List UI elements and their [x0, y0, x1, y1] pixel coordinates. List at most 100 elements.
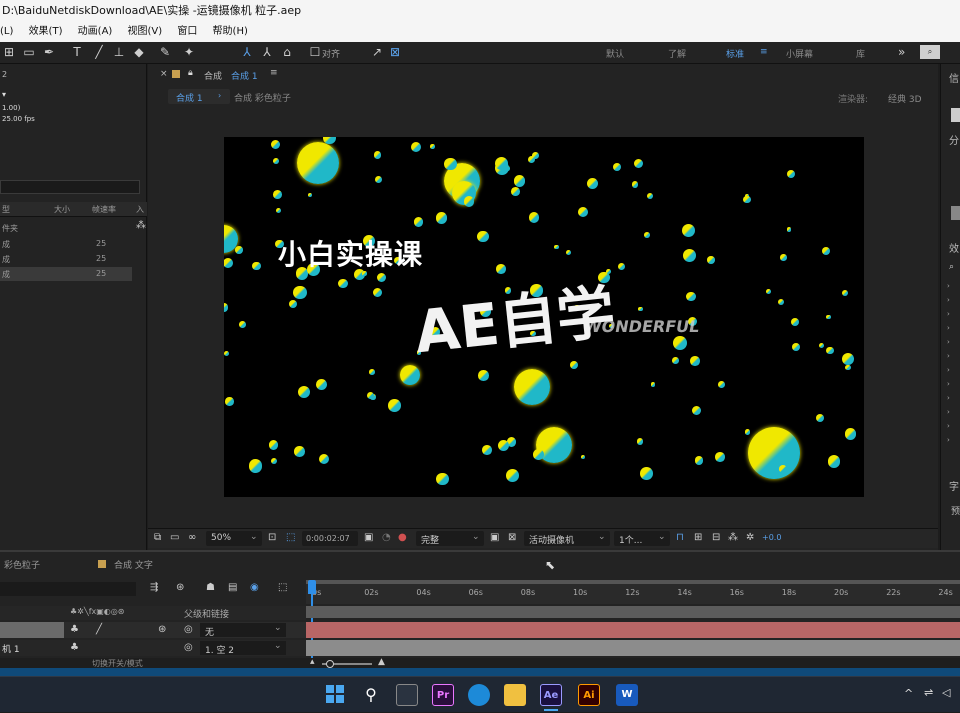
- audio-panel-tab[interactable]: 分: [949, 132, 959, 147]
- channel-icon[interactable]: ●: [398, 532, 407, 543]
- parent-select[interactable]: 1. 空 2 ⌄: [200, 641, 286, 656]
- pick-whip-icon[interactable]: ◎: [184, 624, 193, 635]
- project-row-selected[interactable]: 成 25: [0, 267, 132, 281]
- comp-tab-name[interactable]: 合成 1: [231, 69, 258, 82]
- effects-category-item[interactable]: ›: [947, 422, 950, 430]
- preview-controls-icon[interactable]: [951, 206, 960, 220]
- layer-search-input[interactable]: [0, 582, 136, 596]
- time-ruler[interactable]: 0s 02s 04s 06s 08s 10s 12s 14s 16s 18s 20s 22s 24s: [306, 580, 960, 604]
- effects-category-item[interactable]: ›: [947, 436, 950, 444]
- layer-duration-bar[interactable]: [306, 640, 960, 656]
- tray-overflow-icon[interactable]: ^: [904, 687, 913, 700]
- snapshot-icon[interactable]: ▣: [364, 532, 373, 543]
- after-effects-icon[interactable]: Ae: [540, 684, 562, 706]
- timeline-toggle-icon[interactable]: ⊞: [694, 532, 702, 543]
- show-snapshot-icon[interactable]: ◔: [382, 532, 391, 543]
- premiere-icon[interactable]: Pr: [432, 684, 454, 706]
- effects-category-item[interactable]: ›: [947, 296, 950, 304]
- zoom-select[interactable]: 50% ⌄: [206, 531, 262, 546]
- project-search-input[interactable]: [0, 180, 140, 194]
- edge-icon[interactable]: [468, 684, 490, 706]
- workspace-learn[interactable]: 了解: [668, 47, 686, 60]
- character-panel-tab[interactable]: 字: [949, 478, 959, 493]
- panel-menu-icon[interactable]: ≡: [270, 68, 278, 78]
- effects-category-item[interactable]: ›: [947, 338, 950, 346]
- project-row[interactable]: 成 25: [0, 252, 132, 266]
- region-of-interest-icon[interactable]: ⬚: [286, 532, 295, 543]
- quality-select[interactable]: 完整 ⌄: [416, 531, 484, 546]
- axis-world-icon[interactable]: ⅄: [260, 45, 274, 59]
- snap-target-icon[interactable]: ⊠: [388, 45, 402, 59]
- timeline-tab-text[interactable]: 合成 文字: [114, 558, 153, 571]
- layer-name-cell[interactable]: [0, 622, 64, 638]
- views-select[interactable]: 1个... ⌄: [614, 531, 670, 546]
- more-workspaces-icon[interactable]: »: [898, 45, 905, 59]
- timeline-tab-particles[interactable]: 彩色粒子: [4, 558, 40, 571]
- word-icon[interactable]: W: [616, 684, 638, 706]
- search-icon[interactable]: ⚲: [360, 684, 382, 706]
- layer-duration-bar[interactable]: [306, 622, 960, 638]
- puppet-pin-icon[interactable]: ✦: [182, 45, 196, 59]
- flowchart-icon[interactable]: ⁂: [136, 220, 146, 231]
- search-help-icon[interactable]: ⌕: [920, 45, 940, 59]
- mask-visibility-icon[interactable]: ⊠: [508, 532, 516, 543]
- task-view-icon[interactable]: [396, 684, 418, 706]
- column-type[interactable]: 型: [2, 204, 10, 215]
- effects-category-item[interactable]: ›: [947, 352, 950, 360]
- comp-flowchart-icon[interactable]: ⊟: [712, 532, 720, 543]
- brush-tool-icon[interactable]: ╱: [92, 45, 106, 59]
- align-label[interactable]: 对齐: [322, 47, 340, 60]
- pick-whip-icon[interactable]: ◎: [184, 642, 193, 653]
- effects-category-item[interactable]: ›: [947, 310, 950, 318]
- type-tool-icon[interactable]: T: [70, 45, 84, 59]
- shy-layers-icon[interactable]: ☗: [206, 582, 215, 593]
- workspace-default[interactable]: 默认: [606, 47, 624, 60]
- timeline-zoom-handle[interactable]: [326, 660, 334, 668]
- column-fps[interactable]: 帧速率: [92, 204, 116, 215]
- quality-switch-icon[interactable]: ╱: [96, 624, 102, 635]
- motion-blur-icon[interactable]: ◉: [250, 582, 259, 593]
- shy-icon[interactable]: ♣: [70, 642, 79, 653]
- layer-row[interactable]: 机 1 ♣ ◎ 1. 空 2 ⌄: [0, 640, 306, 656]
- file-explorer-icon[interactable]: [504, 684, 526, 706]
- breadcrumb-comp-particles[interactable]: 合成 彩色粒子: [234, 91, 291, 104]
- effects-category-item[interactable]: ›: [947, 380, 950, 388]
- info-panel-tab[interactable]: 信: [949, 70, 959, 85]
- 3d-layer-icon[interactable]: ⊛: [158, 624, 166, 635]
- roto-brush-icon[interactable]: ✎: [158, 45, 172, 59]
- flowchart-icon[interactable]: ⁂: [728, 532, 738, 543]
- column-in[interactable]: 入: [136, 204, 144, 215]
- eraser-tool-icon[interactable]: ◆: [132, 45, 146, 59]
- workspace-menu-icon[interactable]: ≡: [760, 47, 768, 57]
- menu-item-help[interactable]: 帮助(H): [213, 26, 248, 37]
- workspace-small-screen[interactable]: 小屏幕: [786, 47, 813, 60]
- parent-column-header[interactable]: 父级和链接: [184, 607, 229, 620]
- search-icon[interactable]: ⌕: [949, 262, 954, 272]
- shy-icon[interactable]: ♣: [70, 624, 79, 635]
- illustrator-icon[interactable]: Ai: [578, 684, 600, 706]
- effects-category-item[interactable]: ›: [947, 366, 950, 374]
- snap-checkbox-icon[interactable]: ☐: [308, 45, 322, 59]
- composition-mini-flowchart-icon[interactable]: ⇶: [150, 582, 158, 593]
- volume-icon[interactable]: ◁: [942, 686, 950, 699]
- menu-item-window[interactable]: 窗口: [177, 26, 197, 37]
- transparency-grid-icon[interactable]: ▣: [490, 532, 499, 543]
- network-icon[interactable]: ⇌: [924, 686, 933, 699]
- axis-local-icon[interactable]: ⅄: [240, 45, 254, 59]
- parent-select[interactable]: 无 ⌄: [200, 623, 286, 638]
- project-row[interactable]: 件夹: [0, 221, 132, 235]
- effects-panel-tab[interactable]: 效: [949, 240, 959, 255]
- rectangle-tool-icon[interactable]: ▭: [22, 45, 36, 59]
- camera-select[interactable]: 活动摄像机 ⌄: [524, 531, 610, 546]
- graph-editor-icon[interactable]: ⬚: [278, 582, 287, 593]
- renderer-value[interactable]: 经典 3D: [888, 92, 922, 105]
- always-preview-icon[interactable]: ⧉: [154, 532, 161, 543]
- axis-view-icon[interactable]: ⌂: [280, 45, 294, 59]
- project-row[interactable]: 成 25: [0, 237, 132, 251]
- menu-item-layer[interactable]: (L): [0, 26, 13, 37]
- zoom-in-icon[interactable]: ▲: [378, 657, 385, 667]
- workspace-standard[interactable]: 标准: [726, 47, 744, 60]
- current-time-field[interactable]: 0:00:02:07: [302, 531, 358, 546]
- breadcrumb-active[interactable]: 合成 1 ›: [168, 89, 230, 104]
- fast-preview-icon[interactable]: ⊓: [676, 532, 684, 543]
